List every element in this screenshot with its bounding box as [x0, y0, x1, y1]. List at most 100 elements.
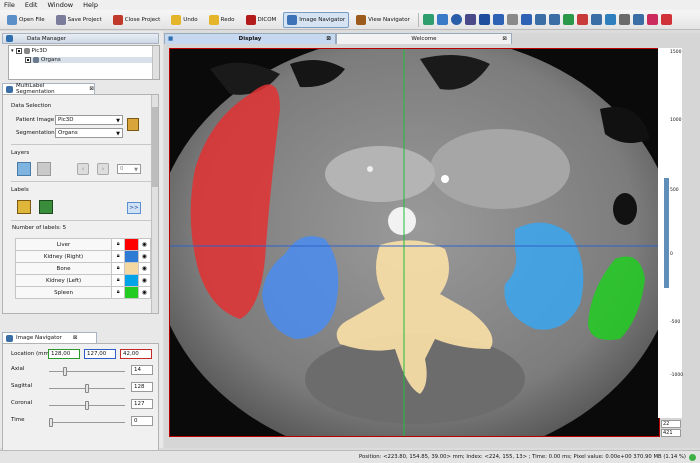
lock-icon[interactable]: 🔒︎ [111, 250, 126, 263]
eye-icon[interactable]: ◉ [137, 286, 152, 299]
collapse-icon[interactable]: ▾ [11, 48, 14, 54]
level-window-bar[interactable] [664, 178, 669, 288]
label-color-swatch[interactable] [124, 262, 139, 275]
image-navigator-tab[interactable]: Image Navigator ⊠ [2, 332, 97, 343]
camera-icon[interactable] [618, 14, 630, 25]
save-icon [55, 14, 66, 25]
eye-icon[interactable]: ◉ [137, 250, 152, 263]
location-z-field[interactable]: 42,00 [120, 349, 152, 359]
tree-item-pic3d[interactable]: ▾ Pic3D [11, 48, 47, 54]
undo-button[interactable]: Undo [167, 12, 201, 28]
eye-icon[interactable]: ◉ [137, 274, 152, 287]
visibility-checkbox[interactable] [25, 57, 31, 63]
multilabel-tab[interactable]: MultiLabel Segmentation ⊠ [2, 83, 95, 95]
segmentation-tool-icon[interactable] [422, 14, 434, 25]
panel-scrollbar[interactable] [151, 95, 158, 313]
lock-all-icon[interactable] [39, 200, 53, 214]
label-color-swatch[interactable] [124, 238, 139, 251]
ct-slice-image [170, 49, 659, 436]
multilabel-icon [6, 85, 13, 93]
label-color-swatch[interactable] [124, 286, 139, 299]
window-value-field[interactable]: 421 [661, 429, 681, 437]
spline-icon[interactable] [562, 14, 574, 25]
network-icon[interactable] [576, 14, 588, 25]
add-label-icon[interactable] [17, 200, 31, 214]
graph-icon[interactable] [604, 14, 616, 25]
location-x-field[interactable]: 128,00 [48, 349, 80, 359]
level-window-ruler[interactable]: 1500 1000 500 0 -500 -1000 [658, 48, 683, 418]
axial-spinbox[interactable]: 14 [131, 365, 153, 375]
menu-window[interactable]: Window [47, 1, 73, 9]
label-row-bone[interactable]: Bone 🔒︎ ◉ [14, 262, 152, 275]
layer-select[interactable]: 0 ▼ [117, 164, 141, 174]
expand-labels-button[interactable]: >> [127, 202, 141, 214]
location-y-field[interactable]: 127,00 [84, 349, 116, 359]
lock-icon[interactable]: 🔒︎ [111, 262, 126, 275]
close-icon[interactable]: ⊠ [73, 335, 78, 341]
grid-icon[interactable] [506, 14, 518, 25]
new-segmentation-icon[interactable] [127, 118, 139, 131]
menu-edit[interactable]: Edit [25, 1, 38, 9]
measure-icon[interactable] [478, 14, 490, 25]
next-layer-button[interactable]: › [97, 163, 109, 175]
points-icon[interactable] [534, 14, 546, 25]
axial-slider-handle[interactable] [63, 367, 68, 376]
coronal-spinbox[interactable]: 127 [131, 399, 153, 409]
lock-icon[interactable]: 🔒︎ [111, 286, 126, 299]
puzzle-icon[interactable] [646, 14, 658, 25]
mesh-icon[interactable] [590, 14, 602, 25]
delete-layer-icon[interactable] [37, 162, 51, 176]
label-color-swatch[interactable] [124, 274, 139, 287]
menu-help[interactable]: Help [83, 1, 98, 9]
pin-icon[interactable] [660, 14, 672, 25]
sagittal-spinbox[interactable]: 128 [131, 382, 153, 392]
dicom-button[interactable]: DICOM [242, 12, 281, 28]
level-value-field[interactable]: 22 [661, 420, 681, 428]
tab-welcome[interactable]: Welcome ⊠ [336, 33, 512, 44]
coronal-slider-handle[interactable] [85, 401, 89, 410]
time-slider-handle[interactable] [49, 418, 53, 427]
flow-icon[interactable] [632, 14, 644, 25]
help-icon[interactable] [450, 14, 462, 25]
save-project-button[interactable]: Save Project [52, 12, 106, 28]
patient-image-combo[interactable]: Pic3D ▼ [55, 115, 123, 125]
segmentation-combo[interactable]: Organs ▼ [55, 128, 123, 138]
ct-slice-viewer[interactable] [169, 48, 660, 437]
image-navigator-button[interactable]: Image Navigator [283, 11, 350, 28]
tab-display[interactable]: ■ Display ⊠ [164, 33, 336, 44]
scrollbar-thumb[interactable] [152, 107, 158, 187]
zoom-icon[interactable] [520, 14, 532, 25]
label-row-kidney-right[interactable]: Kidney (Right) 🔒︎ ◉ [14, 250, 152, 263]
label-row-spleen[interactable]: Spleen 🔒︎ ◉ [14, 286, 152, 299]
close-project-button[interactable]: Close Project [109, 12, 165, 28]
label-row-kidney-left[interactable]: Kidney (Left) 🔒︎ ◉ [14, 274, 152, 287]
magnifier-icon[interactable] [492, 14, 504, 25]
label-color-swatch[interactable] [124, 250, 139, 263]
book-icon[interactable] [464, 14, 476, 25]
view-navigator-button[interactable]: View Navigator [352, 12, 414, 28]
time-slider[interactable] [49, 422, 125, 423]
eye-icon[interactable]: ◉ [137, 262, 152, 275]
open-file-button[interactable]: Open File [3, 12, 49, 28]
image-icon [23, 48, 30, 54]
registration-icon[interactable] [548, 14, 560, 25]
tree-scrollbar[interactable] [152, 46, 159, 79]
time-spinbox[interactable]: 0 [131, 416, 153, 426]
label-row-liver[interactable]: Liver 🔒︎ ◉ [14, 238, 152, 251]
axial-slider[interactable] [49, 371, 125, 372]
previous-layer-button[interactable]: ‹ [77, 163, 89, 175]
visibility-checkbox[interactable] [15, 48, 22, 54]
sagittal-slider-handle[interactable] [85, 384, 89, 393]
lock-icon[interactable]: 🔒︎ [111, 274, 126, 287]
eye-icon[interactable]: ◉ [137, 238, 152, 251]
close-icon[interactable]: ⊠ [502, 36, 507, 42]
redo-button[interactable]: Redo [205, 12, 239, 28]
tree-item-organs[interactable]: Organs [25, 57, 153, 63]
lock-icon[interactable]: 🔒︎ [111, 238, 126, 251]
menu-file[interactable]: File [4, 1, 15, 9]
data-tool-icon[interactable] [436, 14, 448, 25]
close-icon[interactable]: ⊠ [326, 36, 331, 42]
close-icon[interactable]: ⊠ [89, 86, 94, 92]
add-layer-icon[interactable] [17, 162, 31, 176]
data-manager-tab[interactable]: Data Manager [2, 33, 159, 44]
